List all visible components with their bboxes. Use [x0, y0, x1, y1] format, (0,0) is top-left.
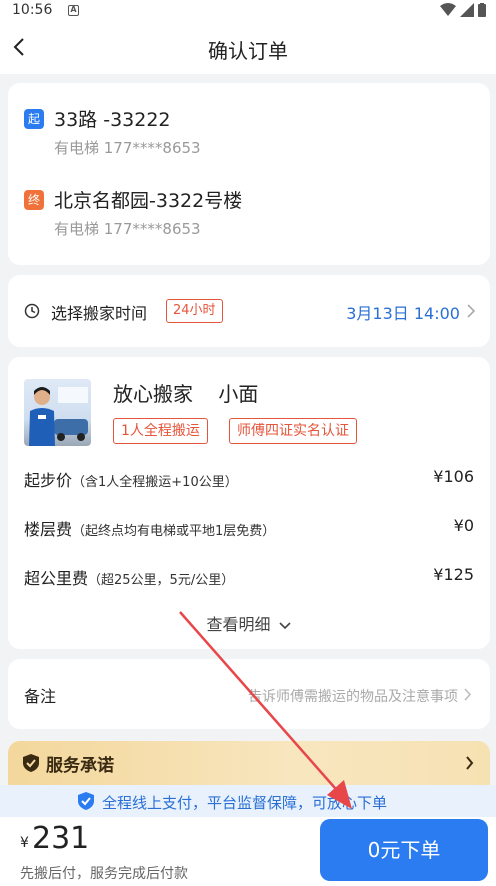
service-promise-label: 服务承诺: [46, 756, 114, 776]
schedule-badge: 24小时: [166, 299, 223, 323]
shield-check-icon: [23, 754, 39, 772]
start-address-name: 33路 -33222: [54, 109, 171, 131]
mover-illustration: [29, 387, 88, 446]
fee-row: 起步价（含1人全程搬运+10公里） ¥106: [24, 467, 474, 491]
service-card: 放心搬家 小面 1人全程搬运 师傅四证实名认证 起步价（含1人全程搬运+10公里…: [8, 357, 490, 649]
fee-label: 超公里费（超25公里，5元/公里）: [24, 569, 235, 588]
start-tag: 起: [24, 109, 44, 129]
address-card: 起 33路 -33222 有电梯 177****8653 终 北京名都园-332…: [8, 83, 490, 265]
system-icons: [440, 3, 486, 17]
payment-note: 先搬后付，服务完成后付款: [20, 866, 188, 882]
remark-label: 备注: [24, 687, 57, 706]
checkout-bar: ¥ 231 先搬后付，服务完成后付款 0元下单: [0, 817, 496, 886]
clock-icon: [24, 303, 40, 319]
remark-placeholder: 告诉师傅需搬运的物品及注意事项: [248, 689, 458, 705]
remark-row[interactable]: 备注 告诉师傅需搬运的物品及注意事项: [8, 659, 490, 729]
view-details-label: 查看明细: [206, 615, 271, 634]
service-tag: 师傅四证实名认证: [229, 418, 357, 444]
service-name: 放心搬家 小面: [113, 382, 259, 406]
end-address-detail: 有电梯 177****8653: [54, 220, 201, 238]
payment-assurance-text: 全程线上支付，平台监督保障，可放心下单: [102, 794, 388, 812]
battery-icon: [478, 3, 486, 17]
chevron-down-icon: [278, 621, 291, 629]
nav-bar: 确认订单: [0, 22, 496, 74]
view-details-link[interactable]: 查看明细: [8, 611, 490, 635]
shield-check-icon: [78, 792, 94, 810]
schedule-value: 3月13日 14:00: [346, 304, 460, 323]
signal-icon: [460, 3, 474, 17]
status-bar: 10:56 A: [0, 0, 496, 22]
fee-label: 楼层费（起终点均有电梯或平地1层免费）: [24, 520, 276, 539]
service-image: [24, 379, 91, 446]
notification-icon: A: [68, 5, 79, 16]
fee-row: 楼层费（起终点均有电梯或平地1层免费） ¥0: [24, 516, 474, 540]
end-tag: 终: [24, 190, 44, 210]
fee-amount: ¥106: [433, 467, 474, 486]
page-title: 确认订单: [208, 39, 288, 63]
fee-amount: ¥0: [453, 516, 474, 535]
schedule-row[interactable]: 选择搬家时间 24小时 3月13日 14:00: [8, 275, 490, 347]
service-tag: 1人全程搬运: [113, 418, 208, 444]
chevron-right-icon: [464, 688, 472, 701]
fee-label: 起步价（含1人全程搬运+10公里）: [24, 471, 238, 490]
service-promise-bar[interactable]: 服务承诺: [8, 741, 490, 785]
currency-symbol: ¥: [20, 835, 29, 851]
wifi-icon: [440, 3, 456, 16]
payment-assurance-strip: 全程线上支付，平台监督保障，可放心下单: [0, 785, 496, 817]
submit-order-button[interactable]: 0元下单: [320, 819, 488, 881]
end-address-name: 北京名都园-3322号楼: [54, 190, 243, 212]
schedule-label: 选择搬家时间: [51, 304, 148, 323]
total-price: 231: [32, 821, 90, 856]
chevron-right-icon: [466, 756, 474, 770]
status-time: 10:56: [12, 2, 53, 18]
fee-amount: ¥125: [433, 565, 474, 584]
fee-row: 超公里费（超25公里，5元/公里） ¥125: [24, 565, 474, 589]
start-address-detail: 有电梯 177****8653: [54, 139, 201, 157]
chevron-right-icon: [467, 304, 476, 318]
